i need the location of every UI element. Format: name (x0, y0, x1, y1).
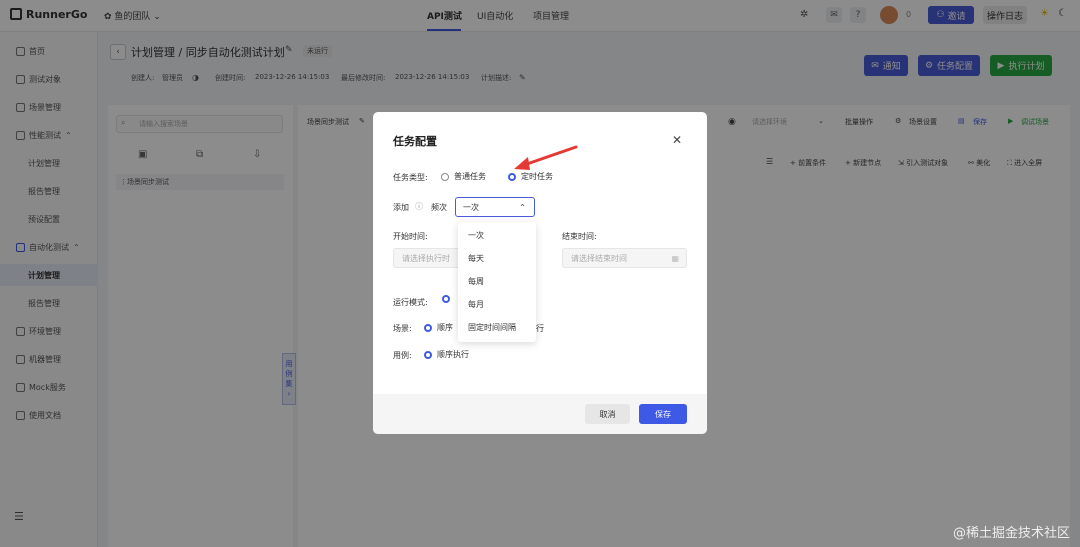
case-order-radio[interactable]: 顺序执行 (424, 349, 469, 360)
watermark: @稀土掘金技术社区 (952, 526, 1070, 541)
end-time-placeholder: 请选择结束时间 (571, 253, 627, 263)
radio-label: 顺序 (437, 323, 453, 332)
save-button[interactable]: 保存 (639, 404, 687, 424)
frequency-option-interval[interactable]: 固定时间间隔 (468, 322, 516, 333)
end-time-label: 结束时间: (562, 232, 597, 241)
chevron-up-icon: ⌃ (519, 202, 526, 212)
add-label: 添加 (393, 203, 409, 212)
task-type-label: 任务类型: (393, 173, 428, 182)
scene-order-radio[interactable]: 顺序 (424, 322, 453, 333)
radio-selected-icon (442, 295, 450, 303)
frequency-option-weekly[interactable]: 每周 (468, 276, 484, 287)
frequency-select[interactable]: 一次 ⌃ (455, 197, 535, 217)
scene-mode-label: 场景: (393, 324, 412, 333)
task-type-normal-radio[interactable]: 普通任务 (441, 171, 486, 182)
radio-label: 普通任务 (454, 172, 486, 181)
radio-selected-icon (424, 323, 432, 332)
radio-selected-icon (508, 172, 516, 181)
calendar-icon: ▦ (671, 253, 679, 263)
dialog-title: 任务配置 (393, 135, 437, 148)
frequency-option-once[interactable]: 一次 (468, 230, 484, 241)
start-time-label: 开始时间: (393, 232, 428, 241)
frequency-label: 频次 (431, 203, 447, 212)
end-time-input[interactable]: 请选择结束时间 ▦ (562, 248, 687, 268)
frequency-value: 一次 (463, 202, 479, 212)
radio-selected-icon (424, 350, 432, 359)
scene-parallel-label-truncated: 行 (536, 324, 544, 333)
start-time-input[interactable]: 请选择执行时 (393, 248, 463, 268)
frequency-option-daily[interactable]: 每天 (468, 253, 484, 264)
annotation-arrow-icon (514, 145, 578, 170)
case-mode-label: 用例: (393, 351, 412, 360)
cancel-button[interactable]: 取消 (585, 404, 630, 424)
radio-label: 顺序执行 (437, 350, 469, 359)
run-mode-radio[interactable] (442, 295, 450, 306)
close-icon[interactable]: ✕ (672, 133, 682, 147)
run-mode-label: 运行模式: (393, 298, 428, 307)
radio-icon (441, 172, 449, 181)
frequency-dropdown: 一次 每天 每周 每月 固定时间间隔 (458, 222, 536, 342)
frequency-option-monthly[interactable]: 每月 (468, 299, 484, 310)
info-icon: ⓘ (415, 202, 423, 211)
